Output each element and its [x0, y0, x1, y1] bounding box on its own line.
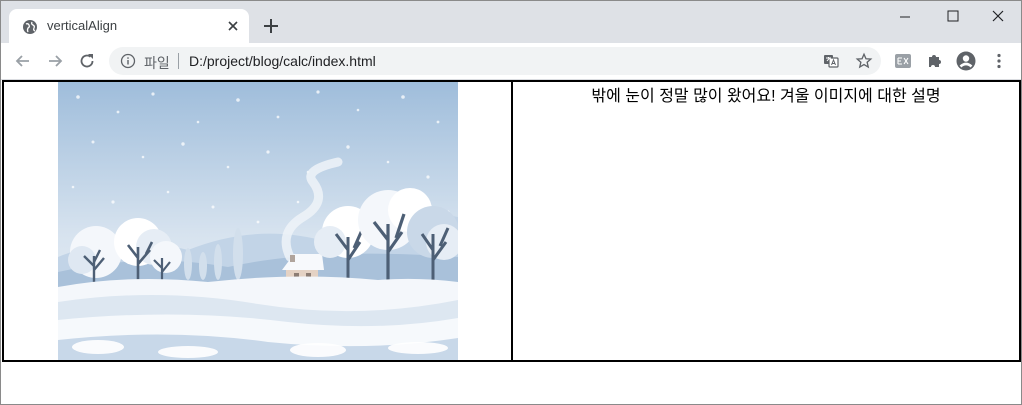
image-cell [2, 80, 513, 362]
winter-landscape-image [57, 82, 458, 360]
close-icon[interactable] [225, 18, 241, 34]
minimize-icon[interactable] [883, 5, 927, 29]
extension-icon[interactable] [893, 51, 913, 71]
bookmark-star-icon[interactable] [855, 52, 873, 70]
forward-icon[interactable] [45, 51, 65, 71]
info-icon[interactable] [120, 53, 136, 69]
url-text[interactable]: D:/project/blog/calc/index.html [189, 53, 376, 69]
file-scheme-label: 파일 [144, 55, 170, 71]
menu-icon[interactable] [989, 51, 1009, 71]
translate-icon[interactable] [823, 53, 839, 69]
divider [178, 53, 179, 69]
window-close-icon[interactable] [976, 5, 1020, 29]
tab-active[interactable]: verticalAlign [9, 9, 249, 43]
back-icon[interactable] [13, 51, 33, 71]
browser-window: verticalAlign 파일 D:/project/blog/calc/in… [0, 0, 1022, 405]
page-content: 밖에 눈이 정말 많이 왔어요! 겨울 이미지에 대한 설명 [1, 80, 1021, 404]
table-row: 밖에 눈이 정말 많이 왔어요! 겨울 이미지에 대한 설명 [2, 80, 1021, 362]
maximize-icon[interactable] [930, 5, 974, 29]
description-cell: 밖에 눈이 정말 많이 왔어요! 겨울 이미지에 대한 설명 [511, 80, 1021, 362]
vertical-align-table: 밖에 눈이 정말 많이 왔어요! 겨울 이미지에 대한 설명 [2, 80, 1021, 362]
tab-title: verticalAlign [47, 18, 118, 33]
description-text: 밖에 눈이 정말 많이 왔어요! 겨울 이미지에 대한 설명 [591, 88, 941, 105]
profile-icon[interactable] [956, 51, 976, 71]
address-bar[interactable]: 파일 D:/project/blog/calc/index.html [109, 47, 881, 75]
puzzle-icon[interactable] [925, 51, 945, 71]
reload-icon[interactable] [77, 51, 97, 71]
new-tab-plus-icon[interactable] [261, 16, 281, 36]
toolbar: 파일 D:/project/blog/calc/index.html [1, 43, 1021, 80]
tab-strip: verticalAlign [1, 1, 1021, 43]
globe-icon [23, 20, 37, 34]
